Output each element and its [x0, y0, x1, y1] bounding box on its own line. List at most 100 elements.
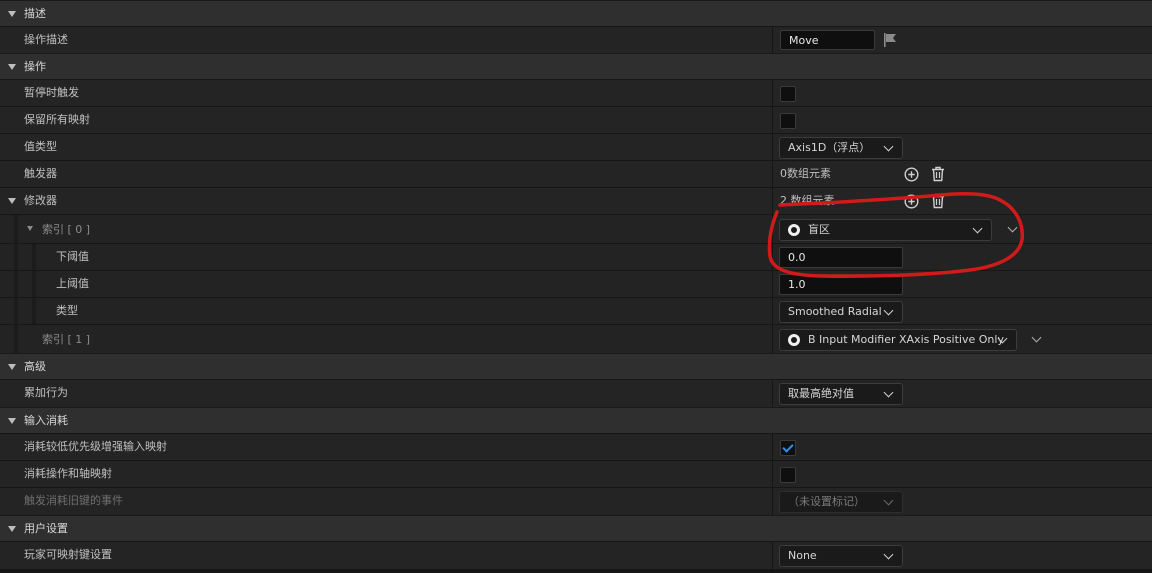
expand-chevron-icon[interactable]	[1031, 332, 1042, 343]
section-advanced[interactable]: 高级	[0, 353, 1152, 379]
row-index-0: 索引 [ 0 ] 盲区	[0, 214, 1152, 243]
column-divider	[772, 244, 773, 270]
flag-icon[interactable]	[882, 32, 898, 48]
collapse-arrow-icon[interactable]	[8, 364, 16, 370]
column-divider	[772, 188, 773, 214]
indent-guide	[14, 298, 18, 324]
dropdown-value: （未设置标记）	[788, 495, 865, 508]
chevron-down-icon	[883, 549, 894, 560]
collapse-arrow-icon[interactable]	[8, 418, 16, 424]
column-divider	[772, 325, 773, 353]
array-count: 0数组元素	[780, 167, 831, 180]
row-consume-lower-priority: 消耗较低优先级增强输入映射	[0, 433, 1152, 460]
chevron-down-icon	[972, 223, 983, 234]
row-lower-threshold: 下阈值 0.0	[0, 243, 1152, 270]
add-element-icon[interactable]	[904, 194, 919, 209]
row-trigger-consumed-legacy: 触发消耗旧键的事件 （未设置标记）	[0, 487, 1152, 515]
property-label: 修改器	[24, 194, 57, 207]
collapse-arrow-icon[interactable]	[27, 226, 33, 231]
column-divider	[772, 80, 773, 106]
property-label: 消耗操作和轴映射	[24, 467, 112, 480]
indent-guide	[32, 271, 36, 297]
accumulation-behavior-dropdown[interactable]: 取最高绝对值	[779, 383, 903, 405]
row-modifiers: 修改器 2 数组元素	[0, 187, 1152, 214]
property-label: 索引 [ 1 ]	[42, 333, 91, 346]
upper-threshold-input[interactable]: 1.0	[779, 274, 903, 295]
index1-modifier-dropdown[interactable]: B Input Modifier XAxis Positive Only	[779, 329, 1017, 351]
chevron-down-icon	[883, 387, 894, 398]
row-upper-threshold: 上阈值 1.0	[0, 270, 1152, 297]
row-action-description: 操作描述 Move	[0, 26, 1152, 53]
section-title: 用户设置	[24, 522, 68, 535]
chevron-down-icon	[883, 495, 894, 506]
add-element-icon[interactable]	[904, 167, 919, 182]
property-label: 触发消耗旧键的事件	[24, 494, 123, 507]
consume-action-axis-checkbox[interactable]	[780, 467, 796, 483]
row-trigger-when-paused: 暂停时触发	[0, 79, 1152, 106]
dropdown-value: B Input Modifier XAxis Positive Only	[808, 333, 1004, 346]
row-reserve-all-mappings: 保留所有映射	[0, 106, 1152, 133]
section-action[interactable]: 操作	[0, 53, 1152, 79]
column-divider	[772, 27, 773, 53]
row-consume-action-axis: 消耗操作和轴映射	[0, 460, 1152, 487]
array-count: 2 数组元素	[780, 194, 835, 207]
trash-icon[interactable]	[931, 166, 945, 182]
indent-guide	[14, 271, 18, 297]
dropdown-value: Axis1D（浮点）	[788, 141, 871, 154]
column-divider	[772, 134, 773, 160]
row-player-mappable-key: 玩家可映射键设置 None	[0, 541, 1152, 569]
trigger-when-paused-checkbox[interactable]	[780, 86, 796, 102]
column-divider	[772, 107, 773, 133]
property-label: 触发器	[24, 167, 57, 180]
value-type-dropdown[interactable]: Axis1D（浮点）	[779, 137, 903, 159]
column-divider	[772, 542, 773, 569]
indent-guide	[14, 325, 18, 353]
property-label: 玩家可映射键设置	[24, 548, 112, 561]
indent-guide	[14, 215, 18, 243]
section-title: 描述	[24, 7, 46, 20]
dropdown-value: Smoothed Radial	[788, 305, 882, 318]
property-label: 保留所有映射	[24, 113, 90, 126]
section-title: 操作	[24, 60, 46, 73]
index0-modifier-dropdown[interactable]: 盲区	[779, 219, 992, 241]
row-triggers: 触发器 0数组元素	[0, 160, 1152, 187]
property-label: 上阈值	[56, 277, 89, 290]
reserve-all-mappings-checkbox[interactable]	[780, 113, 796, 129]
section-user-settings[interactable]: 用户设置	[0, 515, 1152, 541]
property-label: 下阈值	[56, 250, 89, 263]
action-description-input[interactable]: Move	[780, 30, 875, 50]
property-label: 值类型	[24, 140, 57, 153]
unreal-asset-icon	[788, 334, 800, 346]
row-accumulation-behavior: 累加行为 取最高绝对值	[0, 379, 1152, 407]
column-divider	[772, 461, 773, 487]
section-input-consumption[interactable]: 输入消耗	[0, 407, 1152, 433]
expand-chevron-icon[interactable]	[1007, 222, 1018, 233]
section-title: 输入消耗	[24, 414, 68, 427]
property-label: 类型	[56, 304, 78, 317]
trigger-consumed-legacy-dropdown[interactable]: （未设置标记）	[779, 491, 903, 513]
column-divider	[772, 434, 773, 460]
column-divider	[772, 215, 773, 243]
property-label: 操作描述	[24, 33, 68, 46]
collapse-arrow-icon[interactable]	[8, 11, 16, 17]
row-value-type: 值类型 Axis1D（浮点）	[0, 133, 1152, 160]
row-index-1: 索引 [ 1 ] B Input Modifier XAxis Positive…	[0, 324, 1152, 353]
section-description[interactable]: 描述	[0, 0, 1152, 26]
collapse-arrow-icon[interactable]	[8, 526, 16, 532]
collapse-arrow-icon[interactable]	[8, 198, 16, 204]
column-divider	[772, 161, 773, 187]
section-title: 高级	[24, 360, 46, 373]
property-label: 累加行为	[24, 386, 68, 399]
chevron-down-icon	[883, 305, 894, 316]
player-mappable-key-dropdown[interactable]: None	[779, 545, 903, 567]
indent-guide	[32, 244, 36, 270]
lower-threshold-input[interactable]: 0.0	[779, 247, 903, 268]
collapse-arrow-icon[interactable]	[8, 64, 16, 70]
trash-icon[interactable]	[931, 193, 945, 209]
column-divider	[772, 488, 773, 515]
consume-lower-priority-checkbox[interactable]	[780, 440, 796, 456]
dropdown-value: None	[788, 549, 817, 562]
type-dropdown[interactable]: Smoothed Radial	[779, 301, 903, 323]
column-divider	[772, 298, 773, 324]
column-divider	[772, 380, 773, 407]
